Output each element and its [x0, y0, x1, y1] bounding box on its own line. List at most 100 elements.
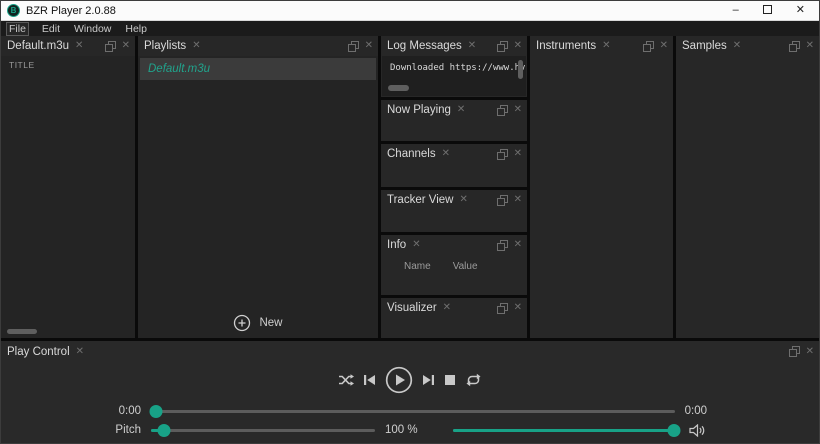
horizontal-scrollbar[interactable]: [388, 85, 409, 91]
close-tab-icon[interactable]: ✕: [76, 347, 84, 357]
stop-button[interactable]: [444, 374, 456, 386]
shuffle-icon: [338, 373, 354, 387]
close-panel-icon[interactable]: ✕: [514, 195, 522, 205]
shuffle-button[interactable]: [338, 373, 354, 387]
float-icon[interactable]: [497, 105, 508, 116]
info-col-name[interactable]: Name: [404, 261, 431, 272]
panel-title: Now Playing: [387, 104, 451, 116]
channels-body: [381, 164, 527, 187]
playlist-doc-body[interactable]: [1, 73, 135, 338]
playlist-item-selected[interactable]: Default.m3u: [140, 58, 376, 80]
close-window-icon[interactable]: ✕: [796, 5, 805, 16]
close-panel-icon[interactable]: ✕: [514, 149, 522, 159]
float-icon[interactable]: [497, 303, 508, 314]
close-panel-icon[interactable]: ✕: [514, 303, 522, 313]
elapsed-time: 0:00: [113, 405, 141, 417]
float-icon[interactable]: [643, 41, 654, 52]
vertical-scrollbar[interactable]: [518, 60, 523, 79]
pitch-thumb[interactable]: [158, 424, 171, 437]
playlist-item-label: Default.m3u: [148, 63, 210, 75]
close-tab-icon[interactable]: ✕: [457, 105, 465, 115]
app-logo-icon: B: [7, 4, 20, 17]
next-button[interactable]: [422, 373, 435, 387]
float-icon[interactable]: [348, 41, 359, 52]
close-panel-icon[interactable]: ✕: [365, 41, 373, 51]
volume-thumb[interactable]: [668, 424, 681, 437]
volume-slider[interactable]: [453, 429, 679, 432]
menu-help[interactable]: Help: [125, 23, 147, 35]
panel-title: Tracker View: [387, 194, 453, 206]
new-playlist-button[interactable]: New: [233, 314, 282, 332]
close-tab-icon[interactable]: ✕: [468, 41, 476, 51]
float-icon[interactable]: [105, 41, 116, 52]
close-tab-icon[interactable]: ✕: [192, 41, 200, 51]
title-bar[interactable]: B BZR Player 2.0.88 – ✕: [1, 1, 819, 21]
close-panel-icon[interactable]: ✕: [806, 41, 814, 51]
panel-title: Instruments: [536, 40, 596, 52]
column-instruments: Instruments ✕ ✕: [530, 36, 673, 338]
log-messages-header[interactable]: Log Messages ✕ ✕: [381, 36, 527, 56]
title-column-header[interactable]: TITLE: [1, 56, 135, 73]
channels-panel: Channels ✕ ✕: [381, 144, 527, 187]
panel-title: Log Messages: [387, 40, 462, 52]
menu-file[interactable]: File: [7, 23, 28, 35]
float-icon[interactable]: [789, 346, 800, 357]
visualizer-header[interactable]: Visualizer ✕ ✕: [381, 298, 527, 318]
now-playing-panel: Now Playing ✕ ✕: [381, 100, 527, 141]
channels-header[interactable]: Channels ✕ ✕: [381, 144, 527, 164]
close-panel-icon[interactable]: ✕: [514, 105, 522, 115]
playlist-doc-header[interactable]: Default.m3u ✕ ✕: [1, 36, 135, 56]
log-messages-body[interactable]: Downloaded https://www.hv: [382, 56, 526, 96]
float-icon[interactable]: [497, 41, 508, 52]
float-icon[interactable]: [497, 240, 508, 251]
instruments-panel: Instruments ✕ ✕: [530, 36, 673, 338]
play-control-panel: Play Control ✕ ✕: [1, 341, 819, 443]
now-playing-header[interactable]: Now Playing ✕ ✕: [381, 100, 527, 120]
close-panel-icon[interactable]: ✕: [660, 41, 668, 51]
samples-header[interactable]: Samples ✕ ✕: [676, 36, 819, 56]
close-tab-icon[interactable]: ✕: [412, 240, 420, 250]
close-tab-icon[interactable]: ✕: [602, 41, 610, 51]
seek-slider[interactable]: [151, 410, 675, 413]
close-tab-icon[interactable]: ✕: [75, 41, 83, 51]
tracker-view-header[interactable]: Tracker View ✕ ✕: [381, 190, 527, 210]
play-button[interactable]: [385, 366, 413, 394]
menu-edit[interactable]: Edit: [42, 23, 60, 35]
repeat-button[interactable]: [465, 373, 482, 387]
float-icon[interactable]: [497, 149, 508, 160]
menu-window[interactable]: Window: [74, 23, 111, 35]
info-col-value[interactable]: Value: [453, 261, 478, 272]
column-playlist-doc: Default.m3u ✕ ✕ TITLE: [1, 36, 135, 338]
play-control-header[interactable]: Play Control ✕ ✕: [1, 341, 819, 359]
instruments-header[interactable]: Instruments ✕ ✕: [530, 36, 673, 56]
float-icon[interactable]: [789, 41, 800, 52]
panel-title: Default.m3u: [7, 40, 69, 52]
close-panel-icon[interactable]: ✕: [514, 240, 522, 250]
horizontal-scrollbar[interactable]: [7, 329, 37, 334]
maximize-icon[interactable]: [763, 5, 772, 17]
column-samples: Samples ✕ ✕: [676, 36, 819, 338]
seek-thumb[interactable]: [150, 405, 163, 418]
volume-button[interactable]: [689, 424, 707, 437]
window-title: BZR Player 2.0.88: [26, 5, 733, 17]
close-tab-icon[interactable]: ✕: [442, 149, 450, 159]
playlists-header[interactable]: Playlists ✕ ✕: [138, 36, 378, 56]
volume-fill: [453, 429, 674, 432]
instruments-body: [530, 56, 673, 338]
close-panel-icon[interactable]: ✕: [806, 347, 814, 357]
info-header[interactable]: Info ✕ ✕: [381, 235, 527, 255]
float-icon[interactable]: [497, 195, 508, 206]
column-playlists: Playlists ✕ ✕ Default.m3u New: [138, 36, 378, 338]
visualizer-panel: Visualizer ✕ ✕: [381, 298, 527, 338]
new-playlist-label: New: [259, 317, 282, 329]
minimize-icon[interactable]: –: [733, 5, 739, 16]
panel-title: Info: [387, 239, 406, 251]
close-tab-icon[interactable]: ✕: [733, 41, 741, 51]
column-tools: Log Messages ✕ ✕ Downloaded https://www.…: [381, 36, 527, 338]
close-panel-icon[interactable]: ✕: [514, 41, 522, 51]
previous-button[interactable]: [363, 373, 376, 387]
close-panel-icon[interactable]: ✕: [122, 41, 130, 51]
pitch-slider[interactable]: [151, 429, 375, 432]
close-tab-icon[interactable]: ✕: [443, 303, 451, 313]
close-tab-icon[interactable]: ✕: [459, 195, 467, 205]
